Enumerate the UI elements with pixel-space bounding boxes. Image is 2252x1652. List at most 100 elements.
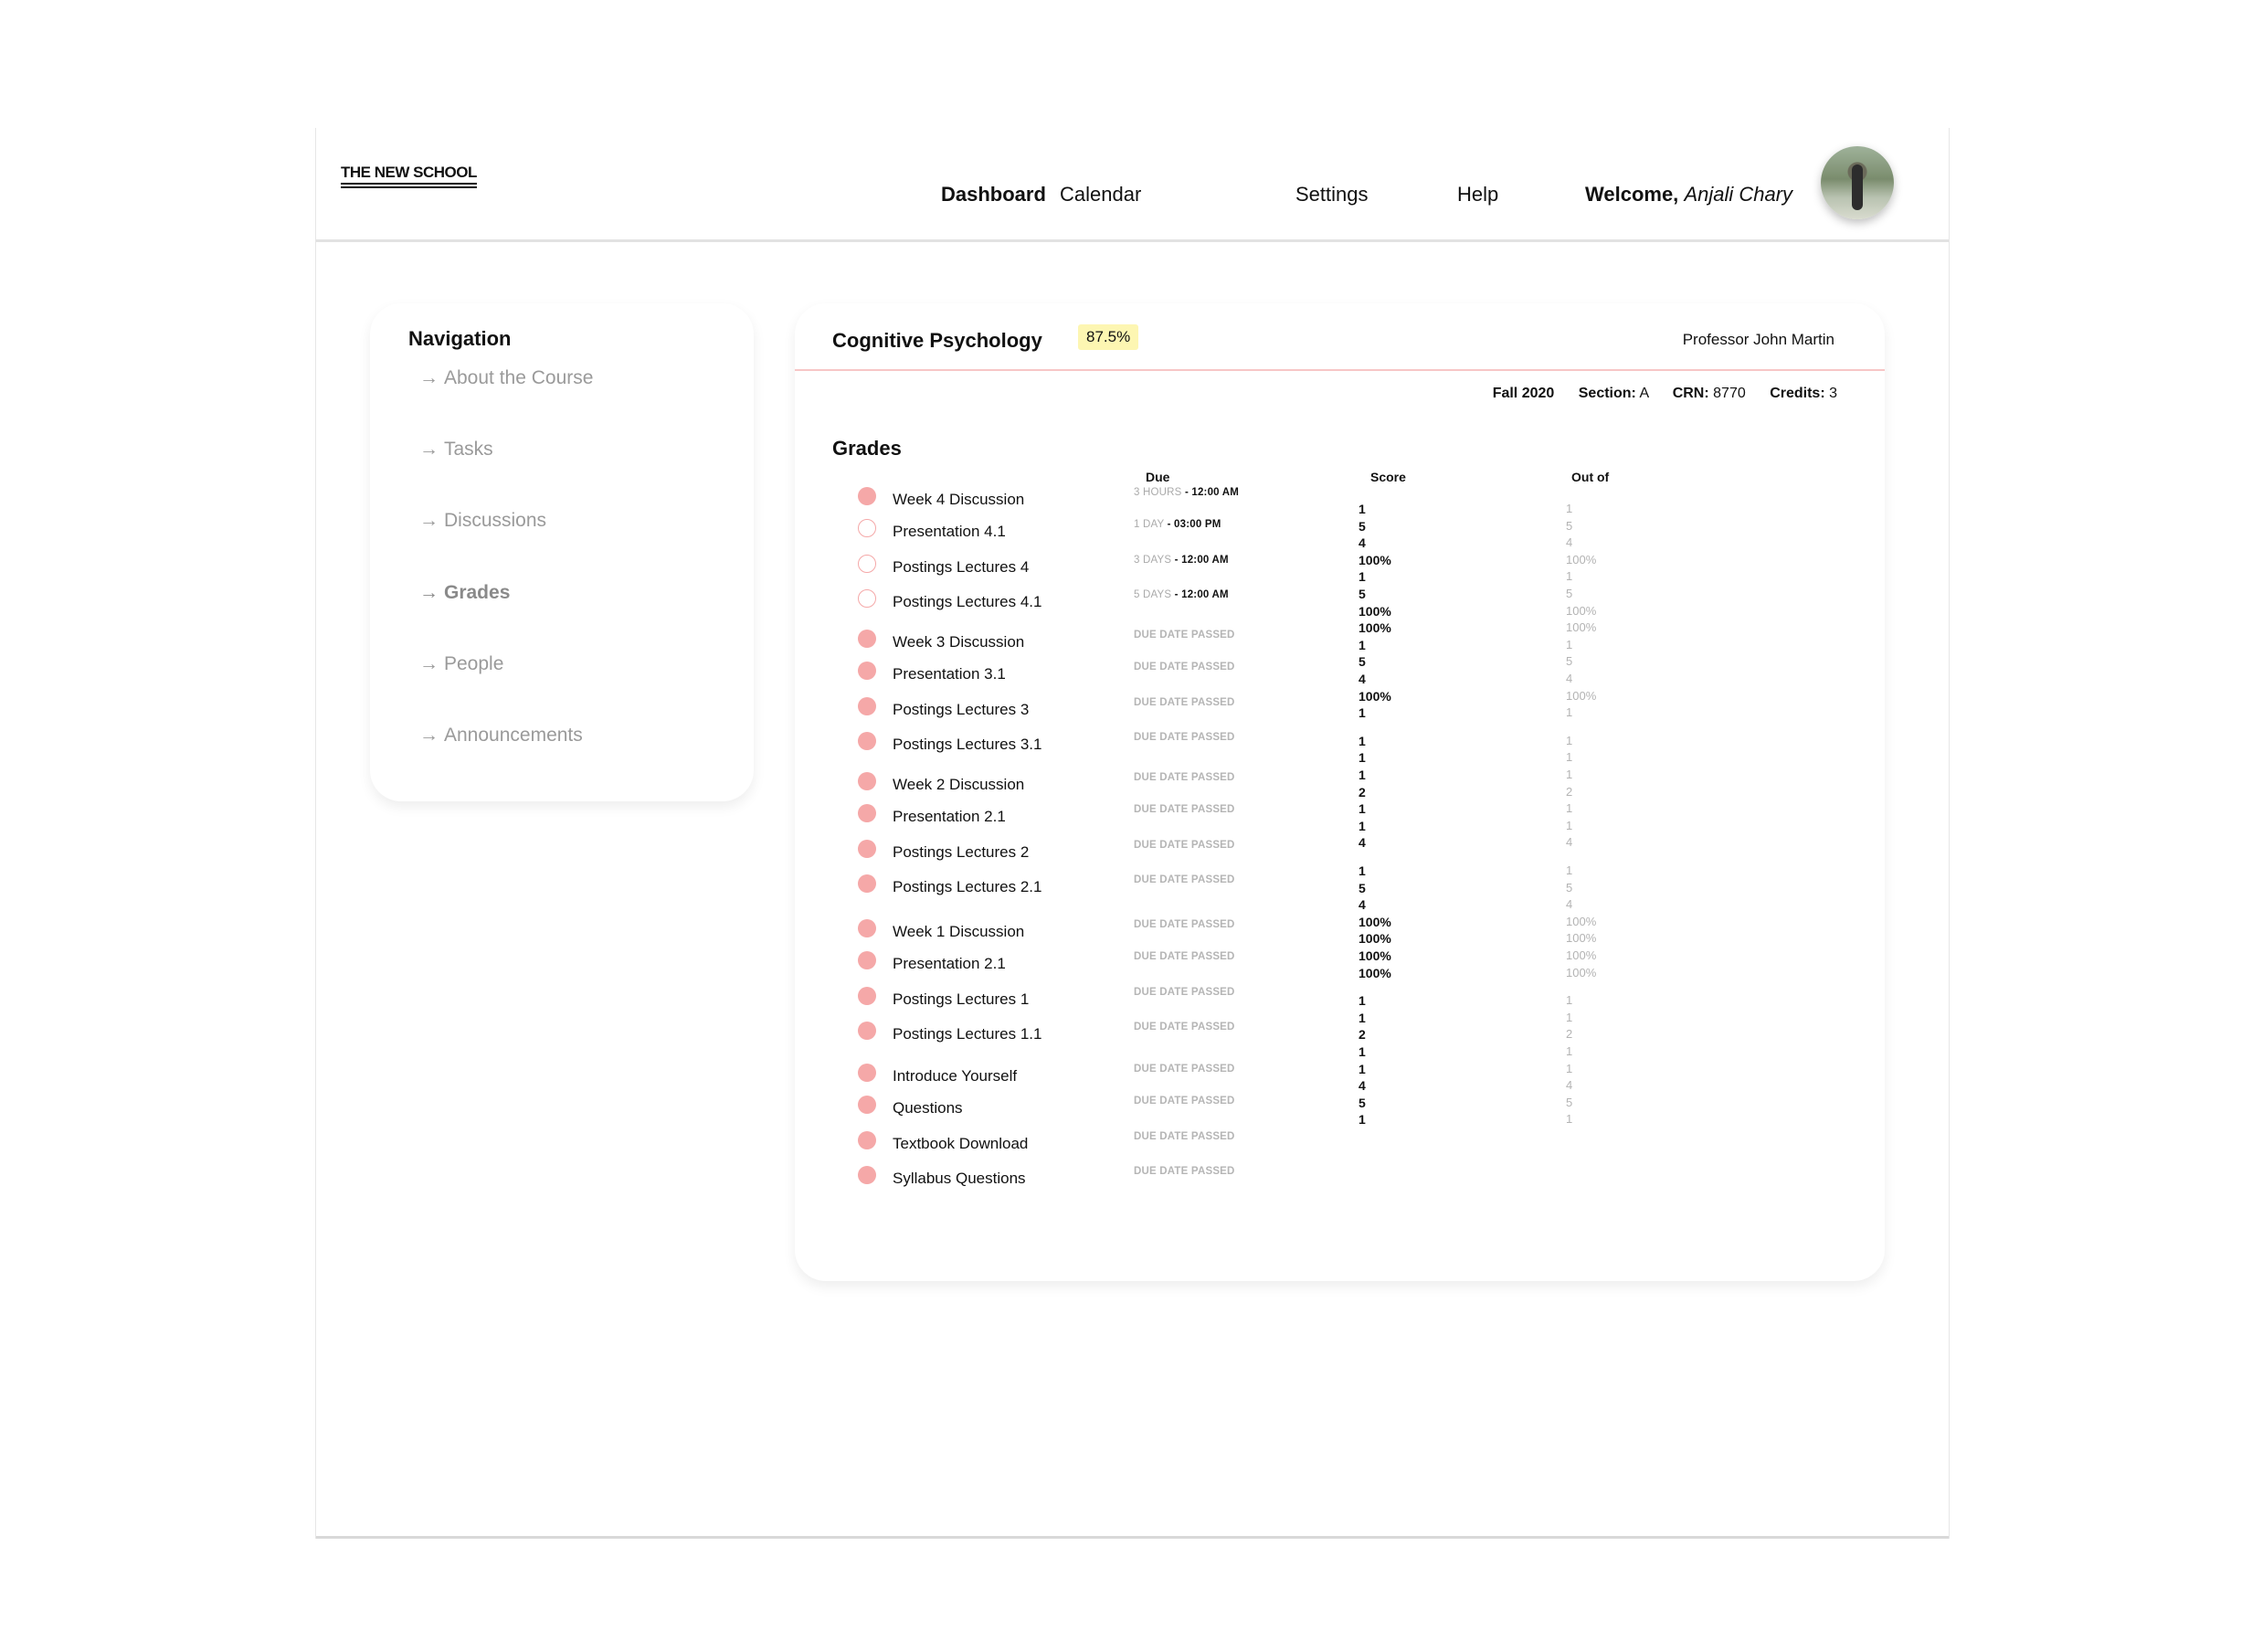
arrow-right-icon: → [419, 439, 439, 460]
assignment-due: DUE DATE PASSED [1134, 840, 1235, 851]
nav-item-label: Tasks [444, 439, 493, 460]
nav-item-discussions[interactable]: → Discussions [419, 510, 546, 532]
assignment-name[interactable]: Postings Lectures 2.1 [893, 878, 1041, 896]
out-of-value: 2 [1566, 1027, 1573, 1042]
app-window: THE NEW SCHOOL Dashboard Calendar Settin… [316, 128, 1949, 1539]
score-value: 100% [1359, 620, 1391, 636]
score-value: 100% [1359, 965, 1391, 980]
score-value: 1 [1359, 818, 1366, 833]
assignment-due: DUE DATE PASSED [1134, 951, 1235, 962]
status-circle-icon [858, 555, 876, 573]
credits-value: 3 [1829, 386, 1837, 401]
due-time: - 12:00 AM [1184, 487, 1240, 498]
score-value: 5 [1359, 518, 1366, 534]
due-time: - 12:00 AM [1174, 589, 1229, 600]
score-value: 4 [1359, 535, 1366, 551]
nav-help[interactable]: Help [1457, 183, 1498, 206]
assignment-name[interactable]: Postings Lectures 3 [893, 701, 1029, 719]
out-of-value: 1 [1566, 502, 1573, 515]
assignment-name[interactable]: Textbook Download [893, 1135, 1028, 1153]
assignment-name[interactable]: Week 2 Discussion [893, 776, 1024, 794]
assignment-name[interactable]: Presentation 2.1 [893, 808, 1006, 826]
assignment-name[interactable]: Introduce Yourself [893, 1067, 1017, 1085]
assignment-name[interactable]: Postings Lectures 1.1 [893, 1025, 1041, 1043]
header-divider [795, 369, 1885, 371]
status-dot-icon [858, 1166, 876, 1184]
out-of-value: 1 [1566, 569, 1573, 584]
assignment-name[interactable]: Postings Lectures 3.1 [893, 736, 1041, 754]
assignment-due: 3 DAYS - 12:00 AM [1134, 555, 1229, 566]
assignment-name[interactable]: Week 1 Discussion [893, 923, 1024, 941]
assignment-name[interactable]: Presentation 4.1 [893, 523, 1006, 541]
score-value: 1 [1359, 801, 1366, 817]
nav-item-label: Grades [444, 582, 511, 603]
welcome-message: Welcome, Anjali Chary [1585, 183, 1792, 206]
nav-item-people[interactable]: → People [419, 653, 503, 675]
score-value: 1 [1359, 1061, 1366, 1076]
due-relative: DUE DATE PASSED [1134, 1166, 1235, 1177]
out-of-value: 100% [1566, 552, 1597, 567]
arrow-right-icon: → [419, 367, 439, 388]
assignment-due: DUE DATE PASSED [1134, 1022, 1235, 1032]
out-of-value: 100% [1566, 914, 1597, 928]
score-value: 1 [1359, 733, 1366, 748]
navigation-panel: Navigation → About the Course → Tasks → Discu… [370, 303, 754, 801]
due-relative: DUE DATE PASSED [1134, 1131, 1235, 1142]
section-value: A [1639, 386, 1649, 401]
out-of-value: 1 [1566, 1044, 1573, 1058]
assignment-name[interactable]: Week 4 Discussion [893, 491, 1024, 509]
nav-calendar[interactable]: Calendar [1060, 183, 1141, 206]
out-of-value: 1 [1566, 768, 1573, 781]
nav-settings[interactable]: Settings [1295, 183, 1369, 206]
score-value: 1 [1359, 768, 1366, 782]
score-value: 100% [1359, 603, 1391, 619]
due-relative: DUE DATE PASSED [1134, 804, 1235, 815]
status-circle-icon [858, 589, 876, 608]
score-value: 100% [1359, 914, 1391, 929]
course-title: Cognitive Psychology [832, 329, 1042, 352]
score-value: 5 [1359, 654, 1366, 670]
due-relative: DUE DATE PASSED [1134, 951, 1235, 962]
nav-item-about-the-course[interactable]: → About the Course [419, 367, 593, 389]
status-circle-icon [858, 519, 876, 537]
assignment-name[interactable]: Postings Lectures 4 [893, 558, 1029, 577]
out-of-value: 1 [1566, 863, 1573, 877]
out-of-value: 100% [1566, 965, 1597, 980]
out-of-value: 4 [1566, 835, 1573, 850]
arrow-right-icon: → [419, 582, 439, 603]
assignment-name[interactable]: Questions [893, 1099, 963, 1117]
out-of-column-header: Out of [1571, 470, 1610, 484]
assignment-name[interactable]: Postings Lectures 1 [893, 990, 1029, 1009]
status-dot-icon [858, 662, 876, 680]
assignment-name[interactable]: Week 3 Discussion [893, 633, 1024, 651]
score-value: 4 [1359, 835, 1366, 851]
course-term: Fall 2020 [1492, 386, 1555, 401]
nav-dashboard[interactable]: Dashboard [941, 183, 1046, 206]
due-relative: DUE DATE PASSED [1134, 732, 1235, 743]
out-of-value: 100% [1566, 931, 1597, 946]
assignment-name[interactable]: Presentation 3.1 [893, 665, 1006, 683]
due-relative: DUE DATE PASSED [1134, 840, 1235, 851]
assignment-name[interactable]: Presentation 2.1 [893, 955, 1006, 973]
assignment-due: DUE DATE PASSED [1134, 1064, 1235, 1075]
score-value: 100% [1359, 931, 1391, 947]
arrow-right-icon: → [419, 725, 439, 746]
out-of-value: 1 [1566, 801, 1573, 816]
top-bar: THE NEW SCHOOL Dashboard Calendar Settin… [316, 128, 1949, 242]
assignment-name[interactable]: Syllabus Questions [893, 1170, 1026, 1188]
nav-item-grades[interactable]: → Grades [419, 582, 510, 604]
status-dot-icon [858, 1096, 876, 1114]
due-relative: 3 DAYS [1134, 555, 1172, 566]
avatar[interactable] [1821, 146, 1894, 219]
nav-item-tasks[interactable]: → Tasks [419, 439, 493, 461]
out-of-value: 100% [1566, 620, 1597, 635]
nav-item-announcements[interactable]: → Announcements [419, 725, 583, 747]
assignment-name[interactable]: Postings Lectures 4.1 [893, 593, 1041, 611]
nav-item-label: About the Course [444, 367, 594, 388]
school-logo[interactable]: THE NEW SCHOOL [341, 164, 477, 188]
crn-label: CRN: [1672, 386, 1709, 401]
assignment-name[interactable]: Postings Lectures 2 [893, 843, 1029, 862]
status-dot-icon [858, 874, 876, 893]
due-time: - 12:00 AM [1174, 555, 1229, 566]
score-value: 2 [1359, 1027, 1366, 1043]
